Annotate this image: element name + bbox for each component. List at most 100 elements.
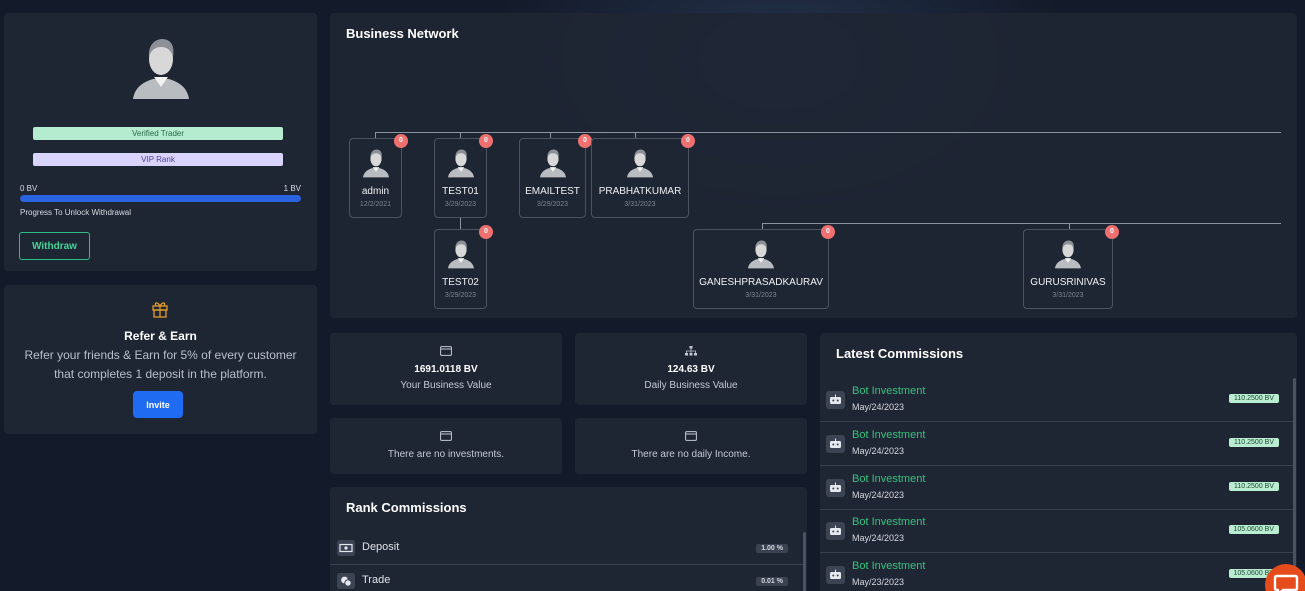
verified-trader-badge: Verified Trader bbox=[33, 127, 283, 140]
robot-icon bbox=[826, 522, 845, 540]
rank-row-percent: 0.01 % bbox=[756, 577, 788, 586]
network-node-test02[interactable]: TEST02 3/29/2023 0 bbox=[434, 225, 493, 309]
rank-row-name: Trade bbox=[362, 574, 391, 586]
rank-row-percent: 1.00 % bbox=[756, 544, 788, 553]
node-count-badge: 0 bbox=[479, 225, 493, 239]
node-date: 3/29/2023 bbox=[444, 292, 477, 299]
node-name: GANESHPRASADKAURAV bbox=[699, 277, 823, 288]
commission-row: Bot Investment May/24/2023 110.2500 BV bbox=[820, 422, 1294, 466]
commissions-scrollbar[interactable] bbox=[1293, 378, 1296, 591]
withdrawal-progress-bar bbox=[20, 195, 301, 202]
user-avatar-icon bbox=[363, 148, 389, 178]
node-name: EMAILTEST bbox=[525, 186, 580, 197]
wallet-icon bbox=[440, 346, 452, 356]
network-node-emailtest[interactable]: EMAILTEST 3/29/2023 0 bbox=[519, 134, 592, 218]
network-node-prabhatkumar[interactable]: PRABHATKUMAR 3/31/2023 0 bbox=[591, 134, 695, 218]
rank-scrollbar[interactable] bbox=[803, 532, 806, 591]
commission-name: Bot Investment bbox=[852, 473, 926, 485]
refer-earn-card: Refer & Earn Refer your friends & Earn f… bbox=[4, 285, 317, 434]
robot-icon bbox=[826, 435, 845, 453]
node-date: 3/31/2023 bbox=[624, 201, 656, 208]
commission-date: May/24/2023 bbox=[852, 533, 905, 543]
profile-card: Verified Trader VIP Rank 0 BV 1 BV Progr… bbox=[4, 13, 317, 271]
node-count-badge: 0 bbox=[1105, 225, 1119, 239]
user-avatar-icon bbox=[133, 37, 189, 99]
node-name: admin bbox=[361, 186, 390, 197]
node-count-badge: 0 bbox=[681, 134, 695, 148]
commission-name: Bot Investment bbox=[852, 516, 926, 528]
commission-row: Bot Investment May/24/2023 105.0600 BV bbox=[820, 509, 1294, 553]
network-icon bbox=[685, 346, 697, 356]
daily-business-value-card: 124.63 BV Daily Business Value bbox=[575, 333, 807, 405]
investments-card: There are no investments. bbox=[330, 418, 562, 474]
node-date: 3/29/2023 bbox=[536, 201, 569, 208]
commission-name: Bot Investment bbox=[852, 429, 926, 441]
node-date: 3/29/2023 bbox=[444, 201, 477, 208]
node-name: TEST01 bbox=[442, 186, 479, 197]
commission-name: Bot Investment bbox=[852, 560, 926, 572]
vip-rank-badge: VIP Rank bbox=[33, 153, 283, 166]
business-value-card: 1691.0118 BV Your Business Value bbox=[330, 333, 562, 405]
withdraw-button[interactable]: Withdraw bbox=[19, 232, 90, 260]
node-count-badge: 0 bbox=[394, 134, 408, 148]
robot-icon bbox=[826, 391, 845, 409]
commission-row: Bot Investment May/24/2023 110.2500 BV bbox=[820, 378, 1294, 422]
node-date: 3/31/2023 bbox=[1052, 292, 1084, 299]
wallet-icon bbox=[685, 431, 697, 441]
node-name: PRABHATKUMAR bbox=[598, 186, 682, 197]
gift-icon bbox=[152, 302, 168, 318]
network-node-admin[interactable]: admin 12/2/2021 0 bbox=[349, 134, 408, 218]
chat-launcher-button[interactable] bbox=[1265, 564, 1305, 591]
no-daily-income-text: There are no daily Income. bbox=[631, 449, 751, 460]
commission-date: May/24/2023 bbox=[852, 402, 905, 412]
daily-business-value-label: Daily Business Value bbox=[644, 380, 738, 391]
business-network-title: Business Network bbox=[346, 26, 459, 41]
node-count-badge: 0 bbox=[578, 134, 592, 148]
daily-business-value: 124.63 BV bbox=[667, 364, 715, 375]
rank-row-trade: Trade 0.01 % bbox=[330, 565, 804, 591]
business-value: 1691.0118 BV bbox=[414, 364, 478, 375]
bv-max-label: 1 BV bbox=[283, 184, 301, 193]
rank-row-deposit: Deposit 1.00 % bbox=[330, 532, 804, 565]
user-avatar-icon bbox=[448, 239, 474, 269]
commission-amount: 110.2500 BV bbox=[1229, 482, 1279, 491]
invite-button[interactable]: Invite bbox=[133, 391, 183, 418]
network-node-ganeshprasadkaurav[interactable]: GANESHPRASADKAURAV 3/31/2023 0 bbox=[693, 225, 835, 309]
user-avatar-icon bbox=[540, 148, 566, 178]
network-node-gurusrinivas[interactable]: GURUSRINIVAS 3/31/2023 0 bbox=[1023, 225, 1119, 309]
wallet-icon bbox=[440, 431, 452, 441]
commission-date: May/23/2023 bbox=[852, 577, 905, 587]
network-node-test01[interactable]: TEST01 3/29/2023 0 bbox=[434, 134, 493, 218]
rank-row-name: Deposit bbox=[362, 541, 400, 553]
commission-amount: 110.2500 BV bbox=[1229, 394, 1279, 403]
withdrawal-progress-fill bbox=[20, 195, 301, 202]
robot-icon bbox=[826, 566, 845, 584]
no-investments-text: There are no investments. bbox=[387, 449, 505, 460]
user-avatar-icon bbox=[448, 148, 474, 178]
node-date: 3/31/2023 bbox=[745, 292, 777, 299]
node-name: TEST02 bbox=[442, 277, 479, 288]
latest-commissions-card: Latest Commissions Bot Investment May/24… bbox=[820, 333, 1297, 591]
business-network-card: Business Network admin 12/2/2021 0 TEST0… bbox=[330, 13, 1297, 318]
daily-income-card: There are no daily Income. bbox=[575, 418, 807, 474]
progress-label: Progress To Unlock Withdrawal bbox=[20, 208, 132, 217]
refer-title: Refer & Earn bbox=[124, 329, 197, 343]
coins-icon bbox=[337, 573, 355, 589]
commission-name: Bot Investment bbox=[852, 385, 926, 397]
tree-connector bbox=[762, 223, 1281, 224]
tree-connector bbox=[375, 132, 1281, 133]
rank-commissions-card: Rank Commissions Deposit 1.00 % Trade 0.… bbox=[330, 487, 807, 591]
commission-date: May/24/2023 bbox=[852, 490, 905, 500]
commission-amount: 110.2500 BV bbox=[1229, 438, 1279, 447]
money-icon bbox=[337, 540, 355, 556]
chat-bubble-icon bbox=[1273, 574, 1299, 591]
node-count-badge: 0 bbox=[479, 134, 493, 148]
commission-date: May/24/2023 bbox=[852, 446, 905, 456]
commission-amount: 105.0600 BV bbox=[1228, 525, 1279, 534]
node-name: GURUSRINIVAS bbox=[1030, 277, 1106, 288]
business-value-label: Your Business Value bbox=[400, 380, 492, 391]
user-avatar-icon bbox=[748, 239, 774, 269]
node-date: 12/2/2021 bbox=[359, 201, 392, 208]
commission-row: Bot Investment May/23/2023 105.0600 BV bbox=[820, 553, 1294, 591]
refer-description: Refer your friends & Earn for 5% of ever… bbox=[24, 348, 297, 381]
